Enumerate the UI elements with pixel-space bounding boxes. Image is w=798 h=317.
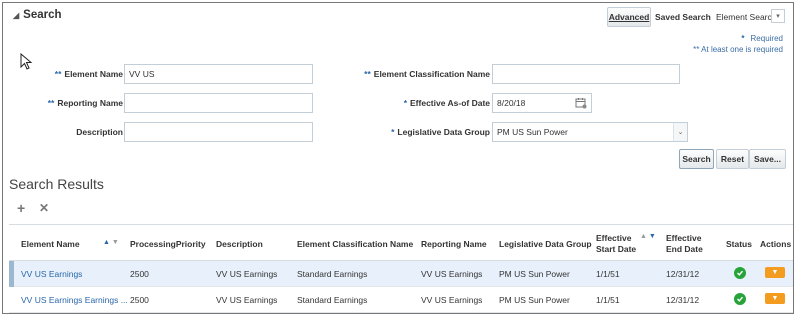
legislative-data-group-cell: PM US Sun Power xyxy=(499,269,570,279)
effective-start-date-cell: 1/1/51 xyxy=(596,295,620,305)
effective-start-date-sort-icon[interactable]: ▲ ▼ xyxy=(640,233,656,240)
legislative-data-group-label: * Legislative Data Group xyxy=(391,127,490,137)
processing-priority-cell: 2500 xyxy=(130,269,149,279)
search-title: Search xyxy=(23,9,62,21)
element-name-sort-icon[interactable]: ▲ ▼ xyxy=(103,239,119,246)
description-input[interactable] xyxy=(124,122,313,142)
actions-dropdown-icon[interactable]: ▼ xyxy=(765,267,785,278)
at-least-one-note: ** At least one is required xyxy=(693,45,783,54)
search-page: ◢ Search Advanced Saved Search Element S… xyxy=(2,2,794,314)
save-button[interactable]: Save... xyxy=(749,149,786,169)
search-panel: ◢ Search Advanced Saved Search Element S… xyxy=(3,3,793,173)
processing-priority-cell: 2500 xyxy=(130,295,149,305)
column-reporting-name[interactable]: Reporting Name xyxy=(421,239,487,250)
column-element-name[interactable]: Element Name xyxy=(21,239,80,250)
effective-end-date-cell: 12/31/12 xyxy=(666,269,700,279)
reset-button[interactable]: Reset xyxy=(716,149,749,169)
search-button[interactable]: Search xyxy=(679,149,714,169)
column-description[interactable]: Description xyxy=(216,239,263,250)
saved-search-label: Saved Search xyxy=(655,12,711,22)
advanced-button[interactable]: Advanced xyxy=(607,7,651,27)
element-name-input[interactable]: VV US xyxy=(124,64,313,84)
remove-icon[interactable]: ✕ xyxy=(39,201,49,215)
chevron-down-icon[interactable]: ⌄ xyxy=(673,123,687,141)
column-element-classification-name[interactable]: Element Classification Name xyxy=(297,239,413,250)
column-actions[interactable]: Actions xyxy=(760,239,791,250)
table-row[interactable]: VV US Earnings 2500 VV US Earnings Stand… xyxy=(9,261,793,287)
description-cell: VV US Earnings xyxy=(216,295,278,305)
table-row[interactable]: VV US Earnings Earnings ... 2500 VV US E… xyxy=(9,287,793,313)
element-name-link[interactable]: VV US Earnings xyxy=(21,269,82,279)
element-classification-name-label: ** Element Classification Name xyxy=(364,69,490,79)
saved-search-dropdown-chevron-icon[interactable]: ▾ xyxy=(771,9,785,23)
column-processing-priority[interactable]: ProcessingPriority xyxy=(130,239,206,250)
search-results-title: Search Results xyxy=(9,176,104,192)
search-section-header[interactable]: ◢ Search xyxy=(13,9,62,21)
column-status[interactable]: Status xyxy=(726,239,752,250)
column-effective-end-date[interactable]: Effective End Date xyxy=(666,233,703,255)
status-check-icon xyxy=(734,293,746,305)
legislative-data-group-select[interactable]: PM US Sun Power ⌄ xyxy=(492,122,688,142)
column-legislative-data-group[interactable]: Legislative Data Group xyxy=(499,239,592,250)
column-effective-start-date[interactable]: Effective Start Date xyxy=(596,233,636,255)
description-cell: VV US Earnings xyxy=(216,269,278,279)
required-note: * Required xyxy=(741,34,783,43)
element-name-link[interactable]: VV US Earnings Earnings ... xyxy=(21,295,128,305)
effective-as-of-date-input[interactable]: 8/20/18 xyxy=(492,93,592,113)
table-header: Element Name ▲ ▼ ProcessingPriority Desc… xyxy=(9,224,793,261)
collapse-triangle-icon[interactable]: ◢ xyxy=(13,11,19,20)
effective-start-date-cell: 1/1/51 xyxy=(596,269,620,279)
description-label: Description xyxy=(76,127,123,137)
legislative-data-group-cell: PM US Sun Power xyxy=(499,295,570,305)
status-check-icon xyxy=(734,267,746,279)
effective-as-of-date-label: * Effective As-of Date xyxy=(403,98,490,108)
classification-cell: Standard Earnings xyxy=(297,269,368,279)
mouse-pointer-icon xyxy=(20,53,33,70)
reporting-name-cell: VV US Earnings xyxy=(421,295,483,305)
reporting-name-input[interactable] xyxy=(124,93,313,113)
reporting-name-label: ** Reporting Name xyxy=(47,98,123,108)
element-classification-name-input[interactable] xyxy=(492,64,680,84)
reporting-name-cell: VV US Earnings xyxy=(421,269,483,279)
calendar-icon[interactable] xyxy=(575,97,587,109)
classification-cell: Standard Earnings xyxy=(297,295,368,305)
add-icon[interactable]: + xyxy=(17,200,25,216)
row-selection-indicator xyxy=(9,261,14,287)
actions-dropdown-icon[interactable]: ▼ xyxy=(765,293,785,304)
effective-end-date-cell: 12/31/12 xyxy=(666,295,700,305)
element-name-label: ** Element Name xyxy=(54,69,123,79)
